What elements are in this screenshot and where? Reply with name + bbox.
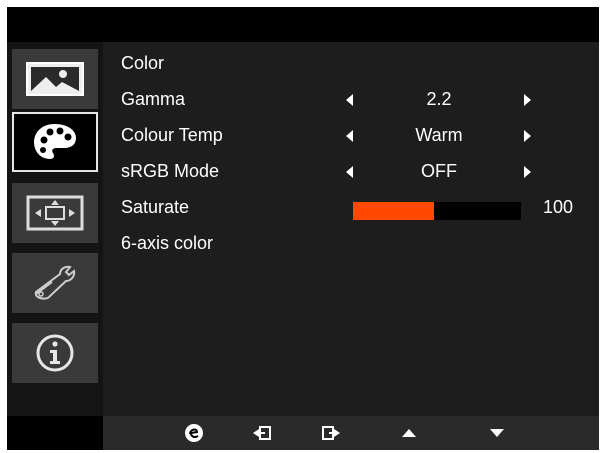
saturate-row[interactable]: Saturate 100 [103, 192, 599, 228]
picture-icon [26, 62, 84, 96]
saturate-value: 100 [543, 197, 574, 217]
exit-icon [322, 426, 340, 440]
menu-title-row: Color [103, 48, 599, 84]
down-button[interactable] [481, 416, 513, 450]
palette-icon [34, 124, 76, 159]
exit-button[interactable] [315, 416, 347, 450]
e-key-button[interactable] [178, 416, 210, 450]
sidebar-item-color[interactable] [12, 112, 98, 172]
gamma-right-arrow-icon[interactable] [524, 94, 531, 106]
bottom-button-strip [103, 416, 599, 450]
srgb-mode-label: sRGB Mode [121, 161, 220, 181]
colour-temp-right-arrow-icon[interactable] [524, 130, 531, 142]
sidebar-item-setup[interactable] [12, 253, 98, 313]
up-button[interactable] [393, 416, 425, 450]
down-arrow-icon [490, 429, 504, 437]
six-axis-color-row[interactable]: 6-axis color [103, 228, 599, 264]
osd-menu: Color Gamma 2.2 Colour Temp Warm sRGB Mo… [7, 7, 599, 450]
colour-temp-label: Colour Temp [121, 125, 223, 145]
info-icon [36, 334, 74, 372]
srgb-mode-right-arrow-icon[interactable] [524, 166, 531, 178]
display-size-icon [26, 195, 84, 231]
top-bar [7, 7, 599, 42]
gamma-row[interactable]: Gamma 2.2 [103, 84, 599, 120]
enter-button[interactable] [246, 416, 278, 450]
wrench-icon [34, 265, 76, 300]
color-menu-panel: Color Gamma 2.2 Colour Temp Warm sRGB Mo… [103, 42, 599, 416]
gamma-left-arrow-icon[interactable] [346, 94, 353, 106]
srgb-mode-left-arrow-icon[interactable] [346, 166, 353, 178]
sidebar-item-information[interactable] [12, 323, 98, 383]
gamma-label: Gamma [121, 89, 186, 109]
enter-icon [253, 426, 271, 440]
srgb-mode-value: OFF [421, 161, 457, 181]
saturate-slider-fill [353, 202, 434, 220]
gamma-value: 2.2 [426, 89, 452, 109]
saturate-label: Saturate [121, 197, 190, 217]
six-axis-color-label: 6-axis color [121, 233, 214, 253]
colour-temp-left-arrow-icon[interactable] [346, 130, 353, 142]
sidebar-item-display[interactable] [12, 183, 98, 243]
sidebar [7, 42, 103, 416]
up-arrow-icon [402, 429, 416, 437]
srgb-mode-row[interactable]: sRGB Mode OFF [103, 156, 599, 192]
menu-title: Color [121, 53, 165, 73]
saturate-slider[interactable] [353, 202, 521, 220]
colour-temp-value: Warm [415, 125, 463, 145]
bottom-button-bar [7, 416, 599, 450]
e-key-icon [185, 424, 203, 442]
sidebar-item-picture[interactable] [12, 49, 98, 109]
colour-temp-row[interactable]: Colour Temp Warm [103, 120, 599, 156]
